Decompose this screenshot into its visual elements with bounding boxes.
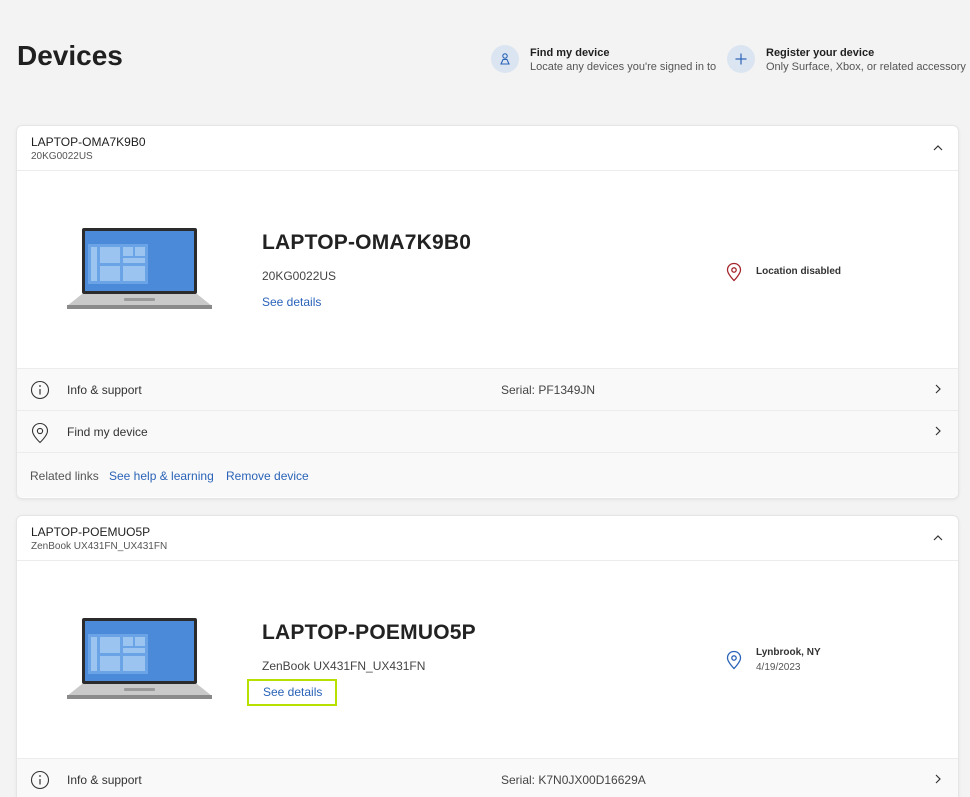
location-pin-icon bbox=[726, 650, 742, 670]
info-icon bbox=[30, 380, 50, 400]
laptop-icon bbox=[67, 618, 212, 699]
related-links-label: Related links bbox=[30, 469, 99, 483]
device-summary: LAPTOP-OMA7K9B0 20KG0022US See details L… bbox=[17, 171, 958, 368]
serial-number: Serial: PF1349JN bbox=[501, 383, 596, 397]
location-place: Lynbrook, NY bbox=[756, 647, 821, 658]
info-support-label: Info & support bbox=[67, 773, 142, 787]
info-icon bbox=[30, 770, 50, 790]
chevron-up-icon[interactable] bbox=[932, 532, 944, 544]
register-device-title: Register your device bbox=[766, 47, 875, 59]
device-header-name: LAPTOP-POEMUO5P bbox=[31, 525, 151, 539]
see-details-link[interactable]: See details bbox=[247, 679, 337, 706]
device-header-model: 20KG0022US bbox=[31, 151, 93, 162]
see-details-link[interactable]: See details bbox=[262, 295, 321, 309]
info-support-label: Info & support bbox=[67, 383, 142, 397]
laptop-icon bbox=[67, 228, 212, 309]
device-name: LAPTOP-POEMUO5P bbox=[262, 621, 476, 644]
chevron-right-icon bbox=[935, 384, 941, 394]
device-location: Location disabled bbox=[725, 262, 841, 282]
device-model: 20KG0022US bbox=[262, 269, 337, 283]
register-device-subtitle: Only Surface, Xbox, or related accessory bbox=[766, 61, 966, 73]
device-location: Lynbrook, NY 4/19/2023 bbox=[725, 647, 821, 673]
remove-device-link[interactable]: Remove device bbox=[226, 469, 309, 483]
chevron-right-icon bbox=[935, 774, 941, 784]
device-header-model: ZenBook UX431FN_UX431FN bbox=[31, 541, 168, 552]
page-title: Devices bbox=[17, 40, 123, 71]
person-pin-icon bbox=[491, 45, 519, 73]
device-card-header[interactable]: LAPTOP-POEMUO5P ZenBook UX431FN_UX431FN bbox=[17, 516, 958, 561]
device-name: LAPTOP-OMA7K9B0 bbox=[262, 231, 472, 254]
find-my-device-row[interactable]: Find my device bbox=[17, 410, 958, 452]
related-links: Related links See help & learning Remove… bbox=[17, 452, 958, 497]
location-pin-icon bbox=[31, 422, 49, 444]
info-support-row[interactable]: Info & support Serial: K7N0JX00D16629A bbox=[17, 758, 958, 797]
serial-number: Serial: K7N0JX00D16629A bbox=[501, 773, 646, 787]
info-support-row[interactable]: Info & support Serial: PF1349JN bbox=[17, 368, 958, 410]
device-card-header[interactable]: LAPTOP-OMA7K9B0 20KG0022US bbox=[17, 126, 958, 171]
device-summary: LAPTOP-POEMUO5P ZenBook UX431FN_UX431FN … bbox=[17, 561, 958, 758]
device-card: LAPTOP-POEMUO5P ZenBook UX431FN_UX431FN … bbox=[16, 515, 959, 797]
chevron-up-icon[interactable] bbox=[932, 142, 944, 154]
location-date: 4/19/2023 bbox=[756, 662, 801, 673]
see-help-learning-link[interactable]: See help & learning bbox=[109, 469, 214, 483]
device-card: LAPTOP-OMA7K9B0 20KG0022US LAPTOP-OMA7K9… bbox=[16, 125, 959, 499]
device-model: ZenBook UX431FN_UX431FN bbox=[262, 659, 426, 673]
find-my-device-label: Find my device bbox=[67, 425, 148, 439]
find-my-device-subtitle: Locate any devices you're signed in to bbox=[530, 61, 717, 73]
find-my-device-action[interactable]: Find my device Locate any devices you're… bbox=[491, 44, 716, 74]
chevron-right-icon bbox=[935, 426, 941, 436]
device-header-name: LAPTOP-OMA7K9B0 bbox=[31, 135, 146, 149]
location-pin-icon bbox=[726, 262, 742, 282]
location-status: Location disabled bbox=[756, 266, 842, 277]
register-device-action[interactable]: Register your device Only Surface, Xbox,… bbox=[727, 44, 966, 74]
find-my-device-title: Find my device bbox=[530, 47, 610, 59]
plus-icon bbox=[727, 45, 755, 73]
